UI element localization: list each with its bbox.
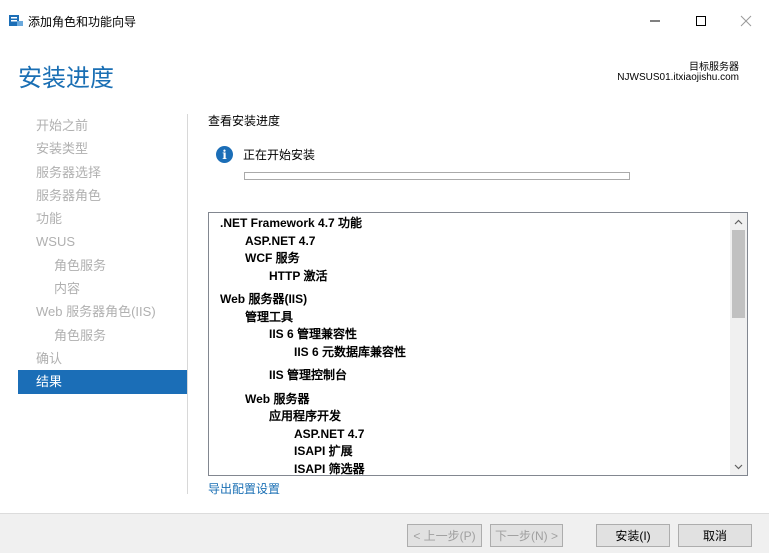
- list-item: IIS 管理控制台: [269, 368, 348, 382]
- section-label: 查看安装进度: [208, 114, 281, 128]
- export-settings-link[interactable]: 导出配置设置: [208, 480, 280, 497]
- nav-item-wsus[interactable]: WSUS: [18, 230, 187, 253]
- wizard-footer: < 上一步(P) 下一步(N) > 安装(I) 取消: [0, 513, 769, 553]
- next-button[interactable]: 下一步(N) >: [490, 524, 563, 547]
- list-item: 管理工具: [245, 309, 294, 324]
- nav-item-content[interactable]: 内容: [18, 277, 187, 300]
- page-title: 安装进度: [18, 65, 114, 92]
- maximize-icon: [696, 16, 706, 26]
- progress-bar: [244, 172, 630, 180]
- content-area: 查看安装进度 i 正在开始安装: [208, 112, 748, 180]
- minimize-icon: [650, 20, 660, 22]
- wizard-nav: 开始之前 安装类型 服务器选择 服务器角色 功能 WSUS 角色服务 内容 We…: [18, 114, 187, 394]
- list-item: IIS 6 管理兼容性: [269, 327, 358, 341]
- server-manager-icon: [9, 15, 23, 26]
- target-server-label: 目标服务器: [689, 62, 739, 73]
- list-item: Web 服务器: [245, 391, 310, 406]
- list-item: .NET Framework 4.7 功能: [220, 216, 363, 230]
- list-item: WCF 服务: [245, 251, 300, 265]
- previous-button[interactable]: < 上一步(P): [407, 524, 482, 547]
- feature-list: .NET Framework 4.7 功能 ASP.NET 4.7 WCF 服务…: [209, 213, 730, 476]
- wizard-header: 安装进度 目标服务器 NJWSUS01.itxiaojishu.com: [0, 40, 769, 106]
- list-item: HTTP 激活: [269, 268, 328, 283]
- nav-item-server-selection[interactable]: 服务器选择: [18, 161, 187, 184]
- title-bar: 添加角色和功能向导: [0, 0, 769, 40]
- list-item: 应用程序开发: [269, 409, 342, 423]
- status-row: i 正在开始安装: [216, 146, 315, 163]
- info-icon: i: [216, 146, 233, 163]
- chevron-down-icon: [734, 464, 743, 469]
- nav-item-installation-type[interactable]: 安装类型: [18, 137, 187, 160]
- install-button[interactable]: 安装(I): [596, 524, 670, 547]
- feature-listbox[interactable]: .NET Framework 4.7 功能 ASP.NET 4.7 WCF 服务…: [208, 212, 748, 476]
- list-item: ISAPI 筛选器: [294, 461, 365, 476]
- close-icon: [740, 15, 752, 27]
- list-item: ASP.NET 4.7: [294, 426, 365, 441]
- scroll-down-button[interactable]: [730, 458, 747, 475]
- target-server-name: NJWSUS01.itxiaojishu.com: [617, 72, 739, 83]
- close-button[interactable]: [723, 8, 769, 34]
- status-text: 正在开始安装: [243, 148, 316, 162]
- nav-item-web-server-role[interactable]: Web 服务器角色(IIS): [18, 300, 187, 323]
- chevron-up-icon: [734, 219, 743, 224]
- vertical-scrollbar[interactable]: [730, 213, 747, 475]
- list-item: ISAPI 扩展: [294, 444, 353, 458]
- nav-item-iis-role-services[interactable]: 角色服务: [18, 324, 187, 347]
- scroll-thumb[interactable]: [732, 230, 745, 318]
- maximize-button[interactable]: [678, 8, 724, 34]
- scroll-up-button[interactable]: [730, 213, 747, 230]
- nav-divider: [187, 114, 188, 494]
- nav-item-wsus-role-services[interactable]: 角色服务: [18, 254, 187, 277]
- window-title: 添加角色和功能向导: [28, 15, 137, 29]
- list-item: IIS 6 元数据库兼容性: [294, 344, 407, 359]
- nav-item-server-roles[interactable]: 服务器角色: [18, 184, 187, 207]
- nav-item-features[interactable]: 功能: [18, 207, 187, 230]
- list-item: ASP.NET 4.7: [245, 233, 316, 248]
- cancel-button[interactable]: 取消: [678, 524, 752, 547]
- nav-item-results[interactable]: 结果: [18, 370, 187, 394]
- list-item: Web 服务器(IIS): [220, 292, 308, 306]
- nav-item-before-you-begin[interactable]: 开始之前: [18, 114, 187, 137]
- minimize-button[interactable]: [632, 8, 678, 34]
- nav-item-confirmation[interactable]: 确认: [18, 347, 187, 370]
